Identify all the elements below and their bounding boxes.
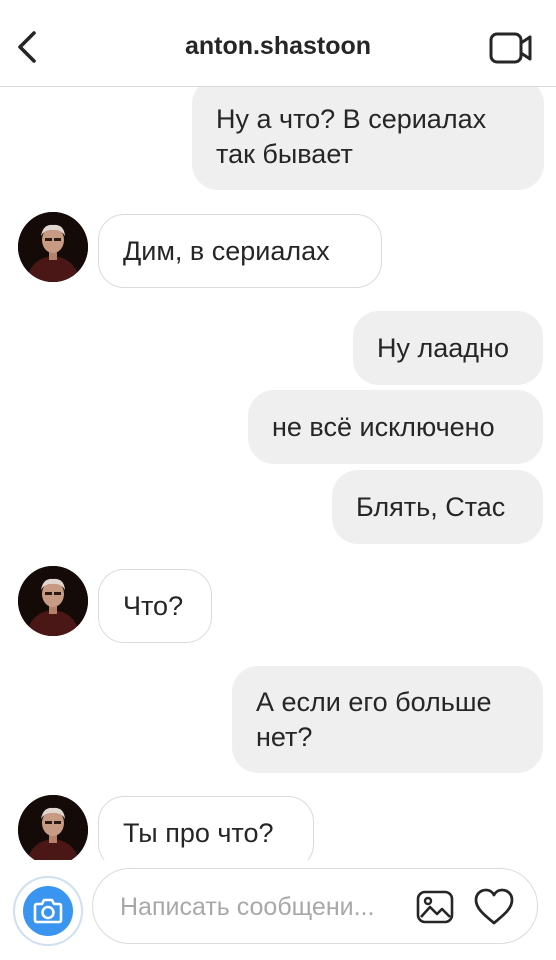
message-text: Что? — [123, 591, 184, 621]
message-thread[interactable]: Ну а что? В сериалах так бывает Дим, в с… — [0, 86, 556, 860]
message-text: Блять, Стас — [356, 492, 506, 522]
camera-button-fill — [23, 886, 73, 936]
outgoing-message[interactable]: Ну лаадно — [353, 311, 543, 385]
incoming-message[interactable]: Что? — [98, 569, 212, 643]
camera-icon — [33, 898, 63, 924]
message-text: не всё исключено — [272, 412, 495, 442]
status-bar — [0, 0, 556, 8]
outgoing-message[interactable]: Блять, Стас — [332, 470, 543, 544]
avatar[interactable] — [18, 566, 88, 636]
gallery-button[interactable] — [414, 887, 456, 927]
message-text: Ну а что? В сериалах так бывает — [216, 104, 487, 169]
like-button[interactable] — [471, 886, 517, 928]
chat-title[interactable]: anton.shastoon — [0, 32, 556, 61]
message-text: Ты про что? — [123, 818, 274, 848]
outgoing-message[interactable]: не всё исключено — [248, 390, 543, 464]
video-camera-icon — [489, 32, 532, 64]
image-icon — [416, 890, 454, 924]
incoming-message[interactable]: Дим, в сериалах — [98, 214, 382, 288]
chat-header: anton.shastoon — [0, 0, 556, 87]
incoming-message[interactable]: Ты про что? — [98, 796, 314, 860]
outgoing-message[interactable]: А если его больше нет? — [232, 666, 543, 773]
message-input[interactable] — [120, 890, 400, 924]
heart-icon — [474, 888, 514, 925]
video-call-button[interactable] — [488, 29, 534, 67]
message-text: А если его больше нет? — [256, 686, 492, 752]
message-text: Дим, в сериалах — [123, 236, 330, 266]
avatar[interactable] — [18, 212, 88, 282]
message-text: Ну лаадно — [377, 333, 509, 363]
camera-button[interactable] — [13, 876, 83, 946]
avatar[interactable] — [18, 795, 88, 860]
outgoing-message[interactable]: Ну а что? В сериалах так бывает — [192, 86, 544, 190]
